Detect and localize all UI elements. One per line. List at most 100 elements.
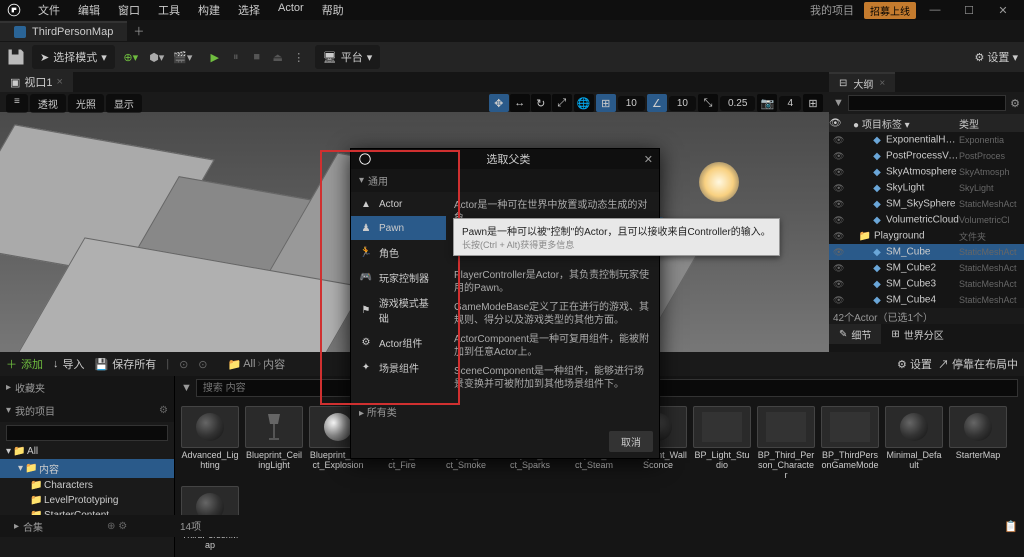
outliner-row[interactable]: 👁◆ExponentialHeightFogExponentia bbox=[829, 132, 1024, 148]
import-button[interactable]: ↓ 导入 bbox=[53, 356, 85, 372]
history-fwd[interactable]: ⊙ bbox=[198, 358, 207, 371]
visibility-icon[interactable]: 👁 bbox=[833, 279, 847, 290]
visibility-icon[interactable]: 👁 bbox=[833, 215, 847, 226]
menu-Actor[interactable]: Actor bbox=[270, 0, 312, 20]
grid-snap[interactable]: 10 bbox=[618, 96, 645, 111]
tree-item[interactable]: ▾ 📁 内容 bbox=[0, 459, 174, 478]
outliner-row[interactable]: 👁◆VolumetricCloudVolumetricCl bbox=[829, 212, 1024, 228]
tree-item[interactable]: 📁 LevelPrototyping bbox=[0, 493, 174, 508]
menu-窗口[interactable]: 窗口 bbox=[110, 0, 148, 20]
camera-speed-icon[interactable]: 📷 bbox=[757, 94, 777, 112]
close-button[interactable]: ✕ bbox=[988, 4, 1018, 17]
filter-icon[interactable]: ▼ bbox=[833, 97, 844, 109]
light-actor[interactable] bbox=[699, 162, 739, 202]
lit-button[interactable]: 光照 bbox=[68, 94, 104, 113]
add-button[interactable]: ＋ 添加 bbox=[6, 356, 43, 372]
favorites-section[interactable]: ▸ 收藏夹 bbox=[0, 376, 174, 399]
asset-item[interactable]: Minimal_Default bbox=[885, 406, 943, 480]
save-icon[interactable] bbox=[6, 47, 26, 67]
maximize-button[interactable]: ☐ bbox=[954, 4, 984, 17]
viewport-menu[interactable]: ≡ bbox=[6, 94, 28, 113]
class-item-玩家控制器[interactable]: 🎮玩家控制器 bbox=[351, 265, 446, 290]
camera-speed[interactable]: 4 bbox=[779, 96, 801, 111]
pause-button[interactable]: ⏸ bbox=[226, 47, 246, 67]
minimize-button[interactable]: — bbox=[920, 4, 950, 16]
scale-snap[interactable]: 0.25 bbox=[720, 96, 755, 111]
settings-icon[interactable]: ⚙ bbox=[1010, 97, 1020, 110]
asset-item[interactable]: StarterMap bbox=[949, 406, 1007, 480]
scale-snap-toggle[interactable]: ⤡ bbox=[698, 94, 718, 112]
outliner-row[interactable]: 👁◆SM_CubeStaticMeshAct bbox=[829, 244, 1024, 260]
outliner-row[interactable]: 👁◆SM_SkySphereStaticMeshAct bbox=[829, 196, 1024, 212]
visibility-icon[interactable]: 👁 bbox=[833, 183, 847, 194]
asset-item[interactable]: BP_Light_Studio bbox=[693, 406, 751, 480]
label-column[interactable]: ● 项目标签 ▾ bbox=[849, 116, 959, 131]
class-item-Pawn[interactable]: ♟Pawn bbox=[351, 216, 446, 240]
outliner-row[interactable]: 👁📁Playground文件夹 bbox=[829, 228, 1024, 244]
live-button[interactable]: 招募上线 bbox=[864, 2, 916, 19]
blueprint-icon[interactable]: ⬢▾ bbox=[147, 47, 167, 67]
outliner-row[interactable]: 👁◆SkyAtmosphereSkyAtmosph bbox=[829, 164, 1024, 180]
dialog-close-button[interactable]: ✕ bbox=[644, 153, 653, 166]
outliner-search[interactable] bbox=[848, 95, 1006, 111]
outliner-tab[interactable]: ⊟ 大纲 × bbox=[829, 72, 895, 93]
viewport-layout[interactable]: ⊞ bbox=[803, 94, 823, 112]
outliner-row[interactable]: 👁◆SM_Cube3StaticMeshAct bbox=[829, 276, 1024, 292]
visibility-icon[interactable]: 👁 bbox=[833, 231, 847, 242]
visibility-icon[interactable]: 👁 bbox=[833, 151, 847, 162]
play-options-icon[interactable]: ⋮ bbox=[289, 47, 309, 67]
visibility-icon[interactable]: 👁 bbox=[833, 167, 847, 178]
visibility-column[interactable]: 👁 bbox=[829, 118, 849, 129]
play-button[interactable]: ▶ bbox=[205, 47, 225, 67]
visibility-icon[interactable]: 👁 bbox=[833, 295, 847, 306]
menu-文件[interactable]: 文件 bbox=[30, 0, 68, 20]
path-content[interactable]: 内容 bbox=[263, 356, 285, 372]
outliner-row[interactable]: 👁◆SkyLightSkyLight bbox=[829, 180, 1024, 196]
history-back[interactable]: ⊙ bbox=[179, 358, 188, 371]
path-all[interactable]: All bbox=[243, 358, 255, 370]
viewport-tab[interactable]: ▣ 视口1 × bbox=[0, 72, 73, 92]
select-gizmo[interactable]: ✥ bbox=[489, 94, 509, 112]
settings-button[interactable]: ⚙ 设置 bbox=[897, 356, 932, 372]
asset-item[interactable]: BP_ThirdPersonGameMode bbox=[821, 406, 879, 480]
snap-toggle[interactable]: ⊞ bbox=[596, 94, 616, 112]
project-section[interactable]: ▾ 我的项目⚙ bbox=[0, 399, 174, 422]
add-content-icon[interactable]: ⊕▾ bbox=[121, 47, 141, 67]
add-tab-button[interactable]: ＋ bbox=[127, 23, 150, 39]
all-classes-section[interactable]: ▸ 所有类 bbox=[351, 398, 659, 425]
visibility-icon[interactable]: 👁 bbox=[833, 263, 847, 274]
class-item-游戏模式基础[interactable]: ⚑游戏模式基础 bbox=[351, 290, 446, 330]
common-section[interactable]: ▾ 通用 bbox=[351, 169, 659, 192]
filter-icon[interactable]: ▼ bbox=[181, 382, 192, 394]
visibility-icon[interactable]: 👁 bbox=[833, 247, 847, 258]
show-button[interactable]: 显示 bbox=[106, 94, 142, 113]
class-item-Actor组件[interactable]: ⚙Actor组件 bbox=[351, 330, 446, 355]
platform-button[interactable]: 🖥 平台 ▾ bbox=[315, 45, 381, 69]
menu-帮助[interactable]: 帮助 bbox=[314, 0, 352, 20]
angle-snap[interactable]: 10 bbox=[669, 96, 696, 111]
menu-构建[interactable]: 构建 bbox=[190, 0, 228, 20]
perspective-button[interactable]: 透视 bbox=[30, 94, 66, 113]
world-partition-tab[interactable]: ⊞世界分区 bbox=[881, 324, 953, 344]
map-tab[interactable]: ThirdPersonMap bbox=[0, 21, 127, 41]
tree-item[interactable]: ▾ 📁 All bbox=[0, 444, 174, 459]
move-gizmo[interactable]: ↔ bbox=[510, 94, 530, 112]
scale-gizmo[interactable]: ⤢ bbox=[552, 94, 572, 112]
angle-snap-toggle[interactable]: ∠ bbox=[647, 94, 667, 112]
stop-button[interactable]: ■ bbox=[247, 47, 267, 67]
eject-button[interactable]: ⏏ bbox=[268, 47, 288, 67]
asset-item[interactable]: Blueprint_CeilingLight bbox=[245, 406, 303, 480]
cancel-button[interactable]: 取消 bbox=[609, 431, 653, 452]
menu-工具[interactable]: 工具 bbox=[150, 0, 188, 20]
close-icon[interactable]: × bbox=[879, 78, 885, 89]
type-column[interactable]: 类型 bbox=[959, 116, 1024, 131]
class-item-Actor[interactable]: ▲Actor bbox=[351, 192, 446, 216]
tree-search[interactable] bbox=[6, 425, 168, 441]
drawer-icon[interactable]: 📋 bbox=[1004, 520, 1018, 533]
visibility-icon[interactable]: 👁 bbox=[833, 199, 847, 210]
class-item-角色[interactable]: 🏃角色 bbox=[351, 240, 446, 265]
sequence-icon[interactable]: 🎬▾ bbox=[173, 47, 193, 67]
asset-item[interactable]: Advanced_Lighting bbox=[181, 406, 239, 480]
menu-选择[interactable]: 选择 bbox=[230, 0, 268, 20]
dock-button[interactable]: ↗ 停靠在布局中 bbox=[938, 356, 1018, 372]
